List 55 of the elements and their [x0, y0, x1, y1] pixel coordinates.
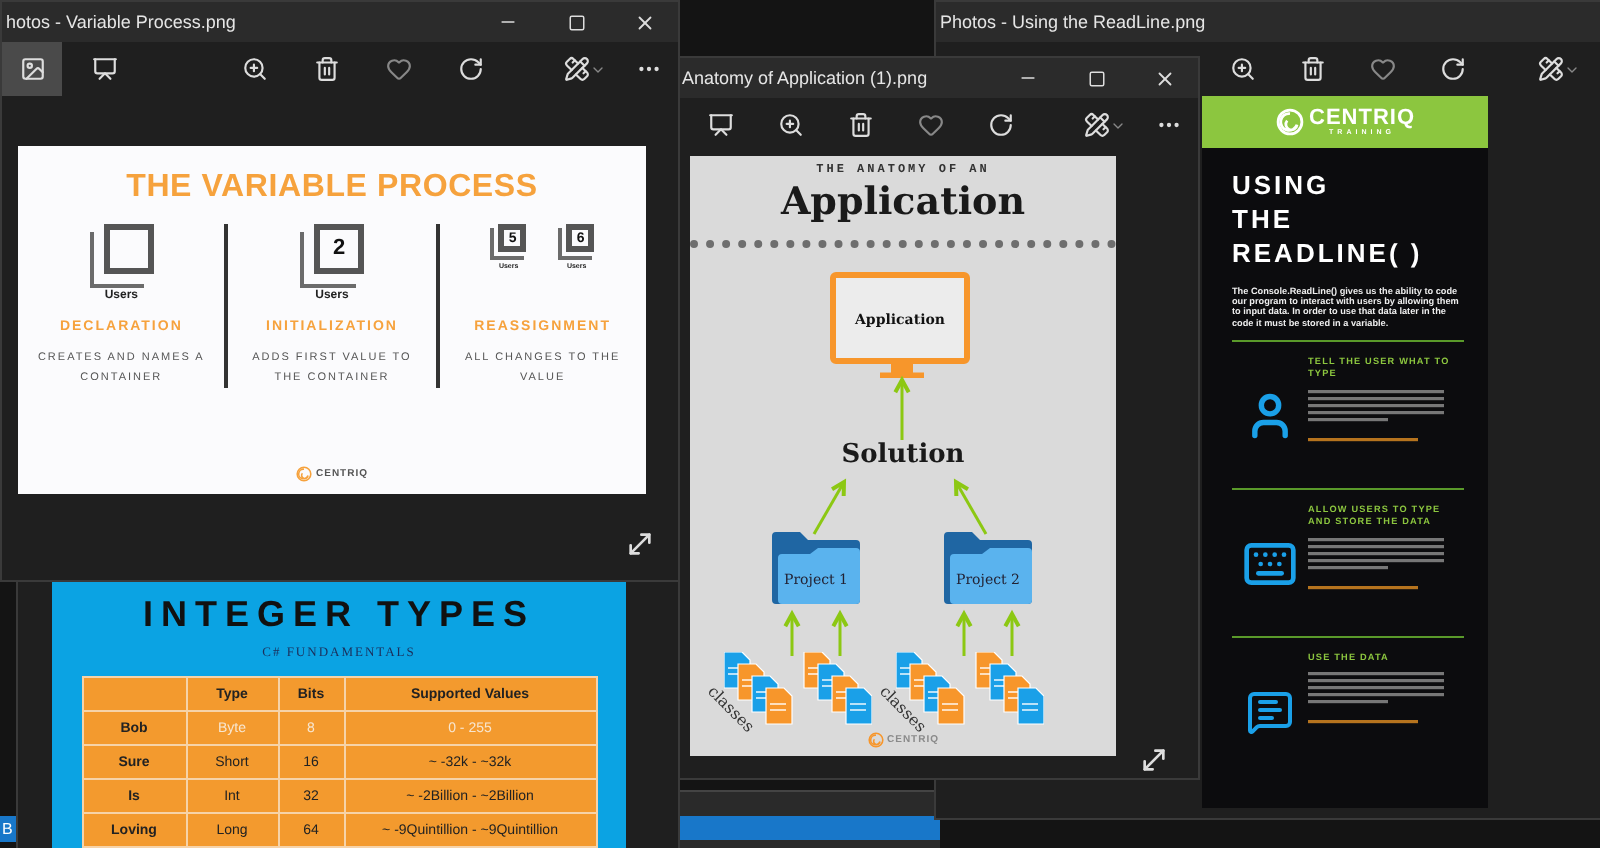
folder-icon [942, 530, 1034, 606]
container-icon [89, 224, 154, 288]
arrow [953, 478, 988, 535]
logo-icon [296, 466, 312, 482]
slideshow-icon [91, 56, 117, 82]
arrow [1003, 609, 1021, 656]
arrow [831, 609, 849, 656]
heart-icon [917, 112, 943, 138]
window-label: B [2, 820, 13, 838]
arrow [812, 478, 847, 535]
logo-text: CENTRIQ [1309, 107, 1415, 130]
arrow [783, 609, 801, 656]
infographic-title: THE [1232, 202, 1295, 236]
arrow [955, 609, 973, 656]
rotate-icon [457, 56, 483, 82]
container-value: 2 [332, 236, 346, 261]
logo-icon [1275, 108, 1303, 136]
fullscreen-button[interactable] [1138, 744, 1170, 776]
infographic-title: THE VARIABLE PROCESS [126, 170, 538, 206]
window-title: Photos - Using the ReadLine.png [940, 12, 1206, 32]
infographic-title: USING [1232, 168, 1332, 202]
rotate-icon [987, 112, 1013, 138]
fullscreen-button[interactable] [624, 528, 656, 560]
trash-icon [847, 112, 873, 138]
close-icon [633, 11, 655, 33]
image-icon [19, 56, 45, 82]
infographic-title: READLINE( ) [1232, 236, 1425, 270]
slideshow-icon [707, 112, 733, 138]
pencil-ruler-icon [563, 56, 589, 82]
window-title: hotos - Variable Process.png [6, 12, 236, 32]
diagonal-arrow-icon [1138, 744, 1170, 776]
pencil-ruler-icon [1083, 112, 1109, 138]
arrow [893, 375, 911, 440]
infographic-title: Application [780, 180, 1026, 224]
message-icon [1246, 687, 1294, 736]
trash-icon [1299, 56, 1325, 82]
infographic-title: INTEGER TYPES [142, 594, 536, 636]
diagonal-arrow-icon [624, 528, 656, 560]
heart-icon [1369, 56, 1395, 82]
image-view-button[interactable] [2, 42, 62, 96]
close-icon [1153, 67, 1175, 89]
maximize-icon [1087, 69, 1105, 87]
folder-icon [770, 530, 862, 606]
logo-icon [867, 732, 883, 748]
zoom-in-icon [777, 112, 803, 138]
window-title: Anatomy of Application (1).png [682, 68, 928, 88]
rotate-icon [1439, 56, 1465, 82]
trash-icon [313, 56, 339, 82]
pencil-ruler-icon [1537, 56, 1563, 82]
zoom-in-icon [241, 56, 267, 82]
zoom-in-icon [1229, 56, 1255, 82]
heart-icon [385, 56, 411, 82]
maximize-icon [567, 13, 585, 31]
solution-label: Solution [841, 440, 965, 470]
corner-cell [83, 678, 185, 710]
